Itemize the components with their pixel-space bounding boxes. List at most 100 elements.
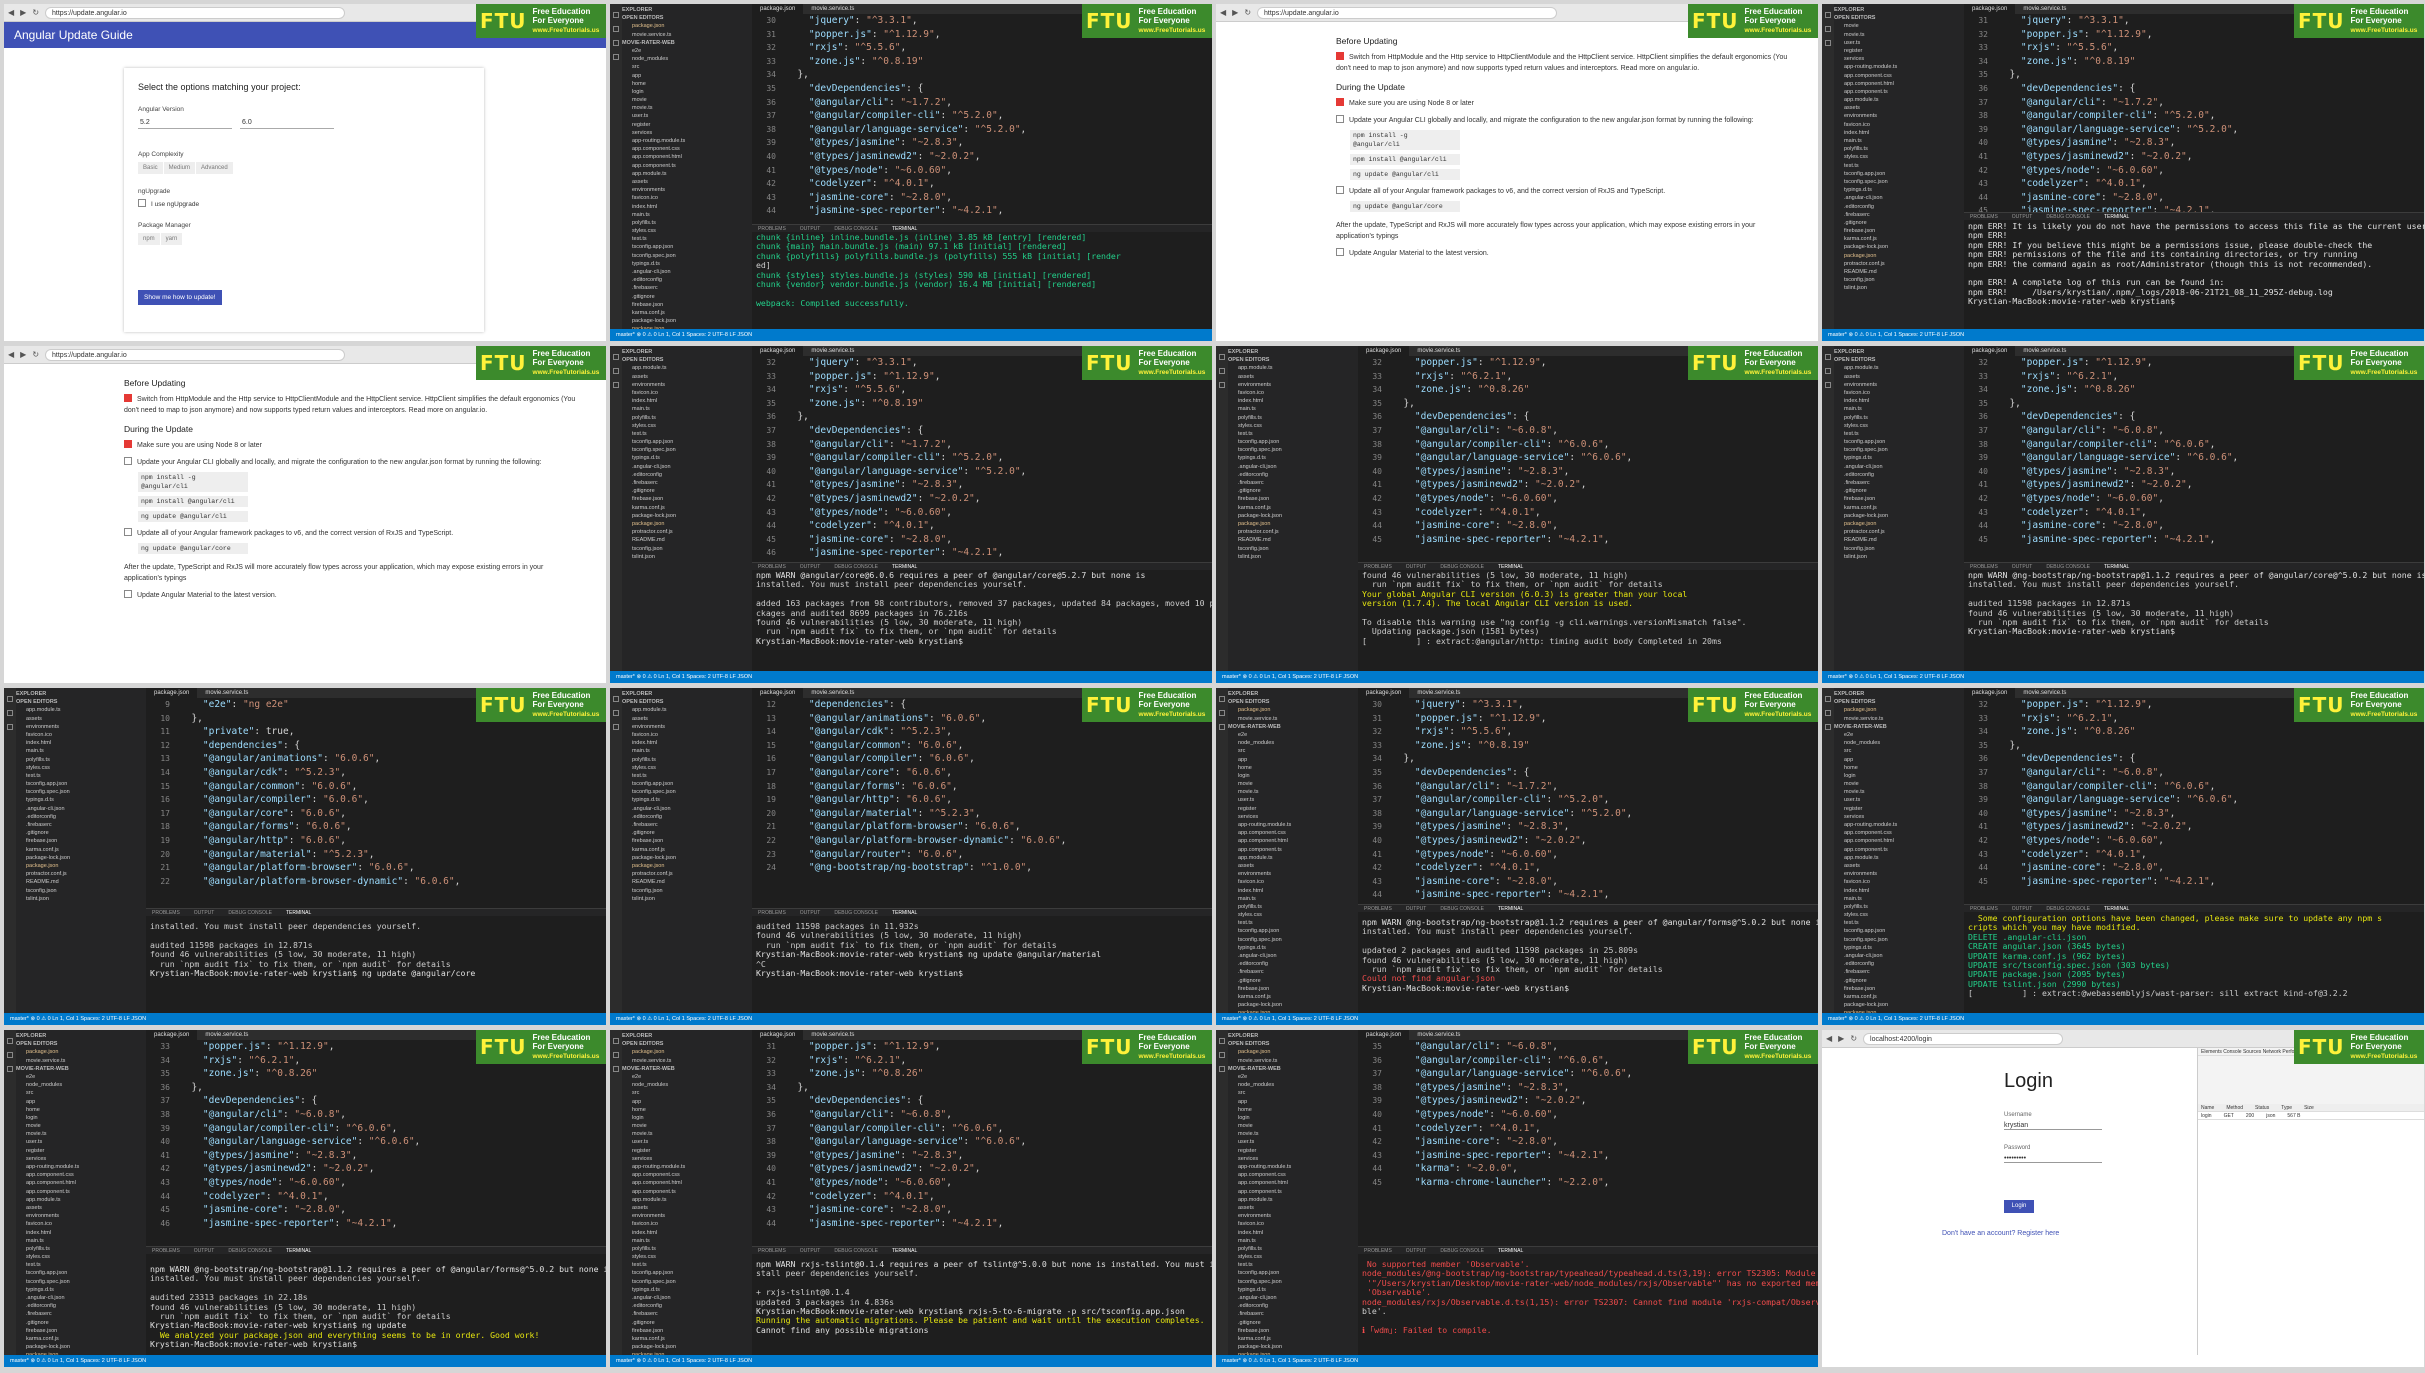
explorer-section[interactable]: EXPLORER <box>1834 348 1964 356</box>
panel-tab[interactable]: TERMINAL <box>2104 905 2129 912</box>
panel-tab[interactable]: OUTPUT <box>2012 563 2033 570</box>
panel-tab[interactable]: OUTPUT <box>1406 1247 1427 1254</box>
explorer-item[interactable]: favicon.ico <box>1834 121 1964 129</box>
tab-movie-service[interactable]: movie.service.ts <box>803 1030 862 1040</box>
explorer-item[interactable]: polyfills.ts <box>1834 145 1964 153</box>
explorer-item[interactable]: styles.css <box>1834 911 1964 919</box>
explorer-item[interactable]: styles.css <box>622 1253 752 1261</box>
code-editor[interactable]: 32 "jquery": "^3.3.1", 33 "popper.js": "^… <box>752 356 1212 562</box>
complexity-medium[interactable]: Medium <box>163 162 196 174</box>
explorer-item[interactable]: README.md <box>622 536 752 544</box>
back-icon[interactable]: ◀ <box>1220 8 1226 17</box>
explorer-item[interactable]: styles.css <box>622 227 752 235</box>
explorer-item[interactable]: package-lock.json <box>1228 1001 1358 1009</box>
panel-tab[interactable]: TERMINAL <box>1498 905 1523 912</box>
explorer-item[interactable]: movie <box>1834 780 1964 788</box>
explorer-item[interactable]: main.ts <box>1228 1237 1358 1245</box>
explorer-item[interactable]: .editorconfig <box>1228 960 1358 968</box>
address-bar[interactable]: localhost:4200/login <box>1863 1032 2064 1045</box>
explorer-item[interactable]: README.md <box>16 878 146 886</box>
tab-package-json[interactable]: package.json <box>752 346 804 356</box>
explorer-item[interactable]: movie <box>1228 780 1358 788</box>
explorer-item[interactable]: favicon.ico <box>1834 389 1964 397</box>
explorer-item[interactable]: .editorconfig <box>1228 471 1358 479</box>
explorer-item[interactable]: home <box>1228 764 1358 772</box>
explorer-item[interactable]: app.component.ts <box>622 1188 752 1196</box>
material-checkbox[interactable] <box>1336 248 1344 256</box>
explorer-item[interactable]: app.module.ts <box>622 364 752 372</box>
explorer-item[interactable]: .firebaserc <box>1228 1310 1358 1318</box>
explorer-item[interactable]: favicon.ico <box>622 731 752 739</box>
explorer-section[interactable]: OPEN EDITORS <box>16 698 146 706</box>
explorer-item[interactable]: test.ts <box>1834 919 1964 927</box>
explorer-item[interactable]: app.component.css <box>1228 1171 1358 1179</box>
explorer-item[interactable]: user.ts <box>1834 796 1964 804</box>
tab-package-json[interactable]: package.json <box>1964 4 2016 14</box>
explorer-item[interactable]: main.ts <box>1834 895 1964 903</box>
explorer-item[interactable]: package-lock.json <box>1228 512 1358 520</box>
explorer-item[interactable]: tsconfig.app.json <box>622 780 752 788</box>
explorer-item[interactable]: environments <box>622 186 752 194</box>
panel-tab[interactable]: DEBUG CONSOLE <box>834 1247 878 1254</box>
explorer-item[interactable]: .gitignore <box>16 1319 146 1327</box>
tab-movie-service[interactable]: movie.service.ts <box>197 1030 256 1040</box>
explorer-item[interactable]: main.ts <box>1834 137 1964 145</box>
explorer-item[interactable]: environments <box>1834 381 1964 389</box>
panel-tab[interactable]: PROBLEMS <box>1364 905 1392 912</box>
explorer-item[interactable]: home <box>16 1106 146 1114</box>
explorer-item[interactable]: test.ts <box>622 1261 752 1269</box>
explorer-item[interactable]: tsconfig.spec.json <box>1228 936 1358 944</box>
pm-yarn[interactable]: yarn <box>160 233 183 245</box>
explorer-item[interactable]: app-routing.module.ts <box>622 137 752 145</box>
explorer-item[interactable]: protractor.conf.js <box>622 870 752 878</box>
explorer-item[interactable]: services <box>16 1155 146 1163</box>
explorer-item[interactable]: app-routing.module.ts <box>622 1163 752 1171</box>
explorer-section[interactable]: MOVIE-RATER-WEB <box>16 1065 146 1073</box>
explorer-item[interactable]: tsconfig.json <box>1834 276 1964 284</box>
explorer-item[interactable]: typings.d.ts <box>622 260 752 268</box>
explorer-item[interactable]: app.module.ts <box>1834 96 1964 104</box>
explorer-item[interactable]: node_modules <box>1228 1081 1358 1089</box>
explorer-item[interactable]: environments <box>1228 870 1358 878</box>
explorer-item[interactable]: movie.service.ts <box>16 1057 146 1065</box>
explorer-item[interactable]: styles.css <box>1228 1253 1358 1261</box>
panel-tab[interactable]: PROBLEMS <box>1364 1247 1392 1254</box>
explorer-item[interactable]: main.ts <box>1228 405 1358 413</box>
explorer-item[interactable]: index.html <box>622 397 752 405</box>
explorer-item[interactable]: test.ts <box>1228 430 1358 438</box>
explorer-item[interactable]: .gitignore <box>622 1319 752 1327</box>
explorer-item[interactable]: home <box>1228 1106 1358 1114</box>
panel-tab[interactable]: PROBLEMS <box>758 1247 786 1254</box>
explorer-item[interactable]: src <box>1228 747 1358 755</box>
explorer-item[interactable]: styles.css <box>16 764 146 772</box>
explorer-item[interactable]: assets <box>1228 862 1358 870</box>
explorer-item[interactable]: .firebaserc <box>622 821 752 829</box>
panel-tab[interactable]: PROBLEMS <box>1970 213 1998 220</box>
explorer-item[interactable]: package.json <box>622 862 752 870</box>
explorer-item[interactable]: app.component.html <box>1228 1179 1358 1187</box>
explorer-section[interactable]: EXPLORER <box>1834 6 1964 14</box>
panel-tab[interactable]: OUTPUT <box>2012 213 2033 220</box>
explorer-section[interactable]: EXPLORER <box>1228 348 1358 356</box>
panel-tab[interactable]: TERMINAL <box>2104 563 2129 570</box>
explorer-item[interactable]: services <box>622 129 752 137</box>
explorer-item[interactable]: .firebaserc <box>1834 479 1964 487</box>
code-editor[interactable]: 30 "jquery": "^3.3.1", 31 "popper.js": "^… <box>752 14 1212 224</box>
explorer-item[interactable]: .angular-cli.json <box>1834 463 1964 471</box>
back-icon[interactable]: ◀ <box>1826 1034 1832 1043</box>
explorer-section[interactable]: EXPLORER <box>16 690 146 698</box>
explorer-item[interactable]: movie.ts <box>1228 788 1358 796</box>
explorer-item[interactable]: register <box>1228 1147 1358 1155</box>
explorer-item[interactable]: tsconfig.spec.json <box>1834 446 1964 454</box>
explorer-item[interactable]: index.html <box>16 1229 146 1237</box>
to-version-select[interactable]: 6.0 <box>240 117 334 129</box>
explorer-item[interactable]: test.ts <box>1228 1261 1358 1269</box>
explorer-item[interactable]: app <box>622 1098 752 1106</box>
explorer-item[interactable]: polyfills.ts <box>622 219 752 227</box>
address-bar[interactable]: https://update.angular.io <box>45 348 346 361</box>
explorer-item[interactable]: typings.d.ts <box>622 796 752 804</box>
explorer-item[interactable]: assets <box>1228 373 1358 381</box>
explorer-item[interactable]: .firebaserc <box>622 479 752 487</box>
explorer-item[interactable]: .firebaserc <box>1834 211 1964 219</box>
explorer-item[interactable]: karma.conf.js <box>622 1335 752 1343</box>
